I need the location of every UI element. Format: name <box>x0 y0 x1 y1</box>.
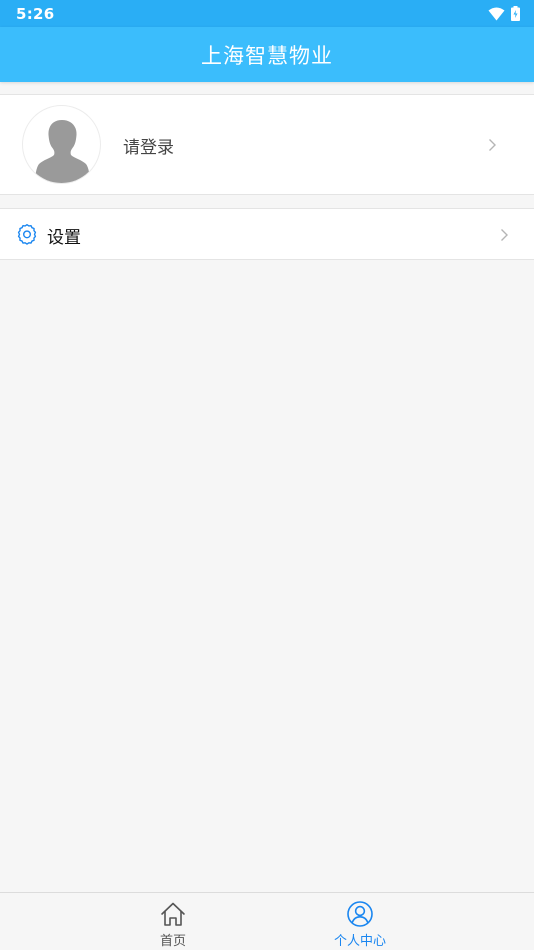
home-icon <box>161 902 185 926</box>
status-icons <box>488 6 520 21</box>
battery-icon <box>511 6 520 21</box>
tab-home[interactable]: 首页 <box>113 893 233 950</box>
status-time: 5:26 <box>16 4 55 23</box>
chevron-right-icon <box>489 139 496 151</box>
login-prompt[interactable]: 请登录 <box>123 133 174 158</box>
tab-home-label: 首页 <box>159 934 186 949</box>
tab-profile-label: 个人中心 <box>333 934 386 949</box>
settings-row[interactable]: 设置 <box>0 208 534 260</box>
page-title: 上海智慧物业 <box>201 43 333 68</box>
app-bar: 上海智慧物业 <box>0 27 534 82</box>
wifi-icon <box>488 7 505 20</box>
status-bar: 5:26 <box>0 0 534 27</box>
tab-profile[interactable]: 个人中心 <box>300 893 420 950</box>
avatar[interactable] <box>22 105 101 184</box>
login-row[interactable]: 请登录 <box>0 94 534 195</box>
settings-label: 设置 <box>47 228 81 248</box>
gear-icon <box>17 223 37 245</box>
chevron-right-icon <box>501 229 508 241</box>
default-avatar-icon <box>35 120 90 183</box>
bottom-nav: 首页 个人中心 <box>0 892 534 950</box>
user-icon <box>347 901 373 927</box>
